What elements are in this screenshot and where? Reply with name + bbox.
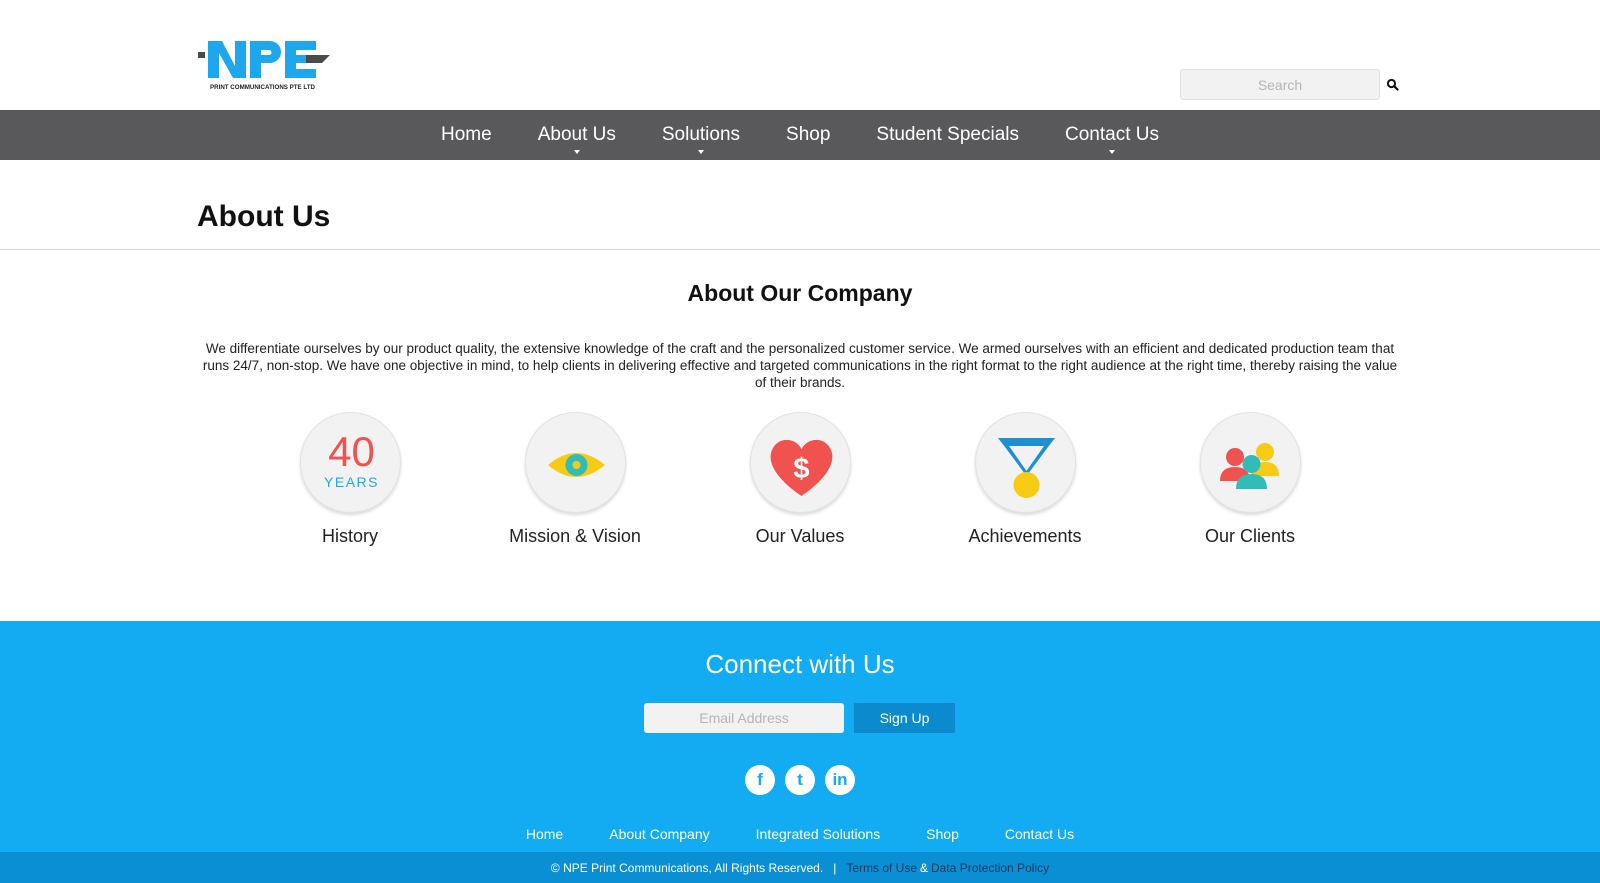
linkedin-icon[interactable]: in (825, 765, 855, 795)
about-company-text: We differentiate ourselves by our produc… (202, 341, 1398, 390)
footer-link-integrated-solutions[interactable]: Integrated Solutions (756, 826, 881, 842)
site-footer: Connect with Us Sign Up f t in Home Abou… (0, 621, 1600, 883)
nav-item-solutions[interactable]: Solutions (639, 110, 763, 160)
nav-label: Contact Us (1065, 124, 1159, 145)
about-company-heading: About Our Company (687, 280, 913, 306)
main-nav: Home About Us Solutions Shop Student Spe… (0, 110, 1600, 160)
eye-icon (524, 412, 626, 513)
nav-label: Solutions (661, 124, 741, 145)
footer-link-home[interactable]: Home (526, 826, 563, 842)
search-icon[interactable] (1386, 78, 1400, 92)
page-title: About Us (197, 200, 331, 233)
ampersand: & (920, 860, 929, 875)
medal-icon (974, 412, 1076, 513)
npe-logo[interactable]: PRINT COMMUNICATIONS PTE LTD (198, 38, 330, 94)
feature-label: Our Clients (1204, 526, 1296, 546)
footer-nav: Home About Company Integrated Solutions … (0, 826, 1600, 842)
copyright-text: © NPE Print Communications, All Rights R… (550, 860, 824, 875)
feature-our-clients[interactable]: Our Clients (1150, 412, 1350, 547)
data-protection-policy-link[interactable]: Data Protection Policy (931, 861, 1049, 875)
twitter-icon[interactable]: t (785, 765, 815, 795)
caret-down-icon (697, 150, 704, 154)
search-bar (1180, 69, 1399, 100)
search-input[interactable] (1180, 69, 1380, 100)
nav-label: Shop (786, 124, 831, 145)
caret-down-icon (1108, 150, 1115, 154)
feature-label: Achievements (968, 526, 1082, 546)
caret-down-icon (573, 150, 580, 154)
footer-link-contact-us[interactable]: Contact Us (1005, 826, 1074, 842)
npe-logo-graphic: PRINT COMMUNICATIONS PTE LTD (198, 41, 330, 91)
feature-label: History (321, 526, 378, 546)
feature-label: Mission & Vision (509, 526, 641, 546)
nav-item-home[interactable]: Home (418, 110, 515, 160)
feature-achievements[interactable]: Achievements (925, 412, 1125, 547)
site-header: PRINT COMMUNICATIONS PTE LTD (0, 0, 1600, 110)
nav-item-student-specials[interactable]: Student Specials (853, 110, 1042, 160)
history-number: 40 (328, 428, 375, 475)
feature-mission-vision[interactable]: Mission & Vision (475, 412, 675, 547)
facebook-icon[interactable]: f (745, 765, 775, 795)
nav-item-about-us[interactable]: About Us (515, 110, 639, 160)
separator: | (833, 860, 837, 875)
nav-item-contact-us[interactable]: Contact Us (1042, 110, 1182, 160)
feature-our-values[interactable]: $ Our Values (700, 412, 900, 547)
social-links: f t in (0, 765, 1600, 795)
heart-dollar-icon: $ (749, 412, 851, 513)
nav-label: About Us (537, 124, 616, 145)
feature-label: Our Values (755, 526, 845, 546)
connect-title: Connect with Us (705, 649, 895, 679)
nav-label: Student Specials (876, 124, 1019, 145)
copyright-bar: © NPE Print Communications, All Rights R… (0, 852, 1600, 883)
people-icon (1199, 412, 1301, 513)
nav-label: Home (441, 124, 492, 145)
footer-link-about-company[interactable]: About Company (609, 826, 709, 842)
footer-link-shop[interactable]: Shop (926, 826, 959, 842)
terms-of-use-link[interactable]: Terms of Use (846, 861, 917, 875)
dollar-symbol: $ (793, 453, 809, 485)
sign-up-button[interactable]: Sign Up (854, 703, 955, 733)
feature-history[interactable]: 40 YEARS History (250, 412, 450, 547)
newsletter-form: Sign Up (644, 703, 955, 733)
history-icon: 40 YEARS (299, 412, 401, 513)
history-unit: YEARS (324, 474, 379, 490)
logo-tagline: PRINT COMMUNICATIONS PTE LTD (210, 84, 315, 91)
page-title-band: About Us (0, 160, 1600, 250)
nav-item-shop[interactable]: Shop (763, 110, 853, 160)
email-input[interactable] (644, 703, 844, 733)
